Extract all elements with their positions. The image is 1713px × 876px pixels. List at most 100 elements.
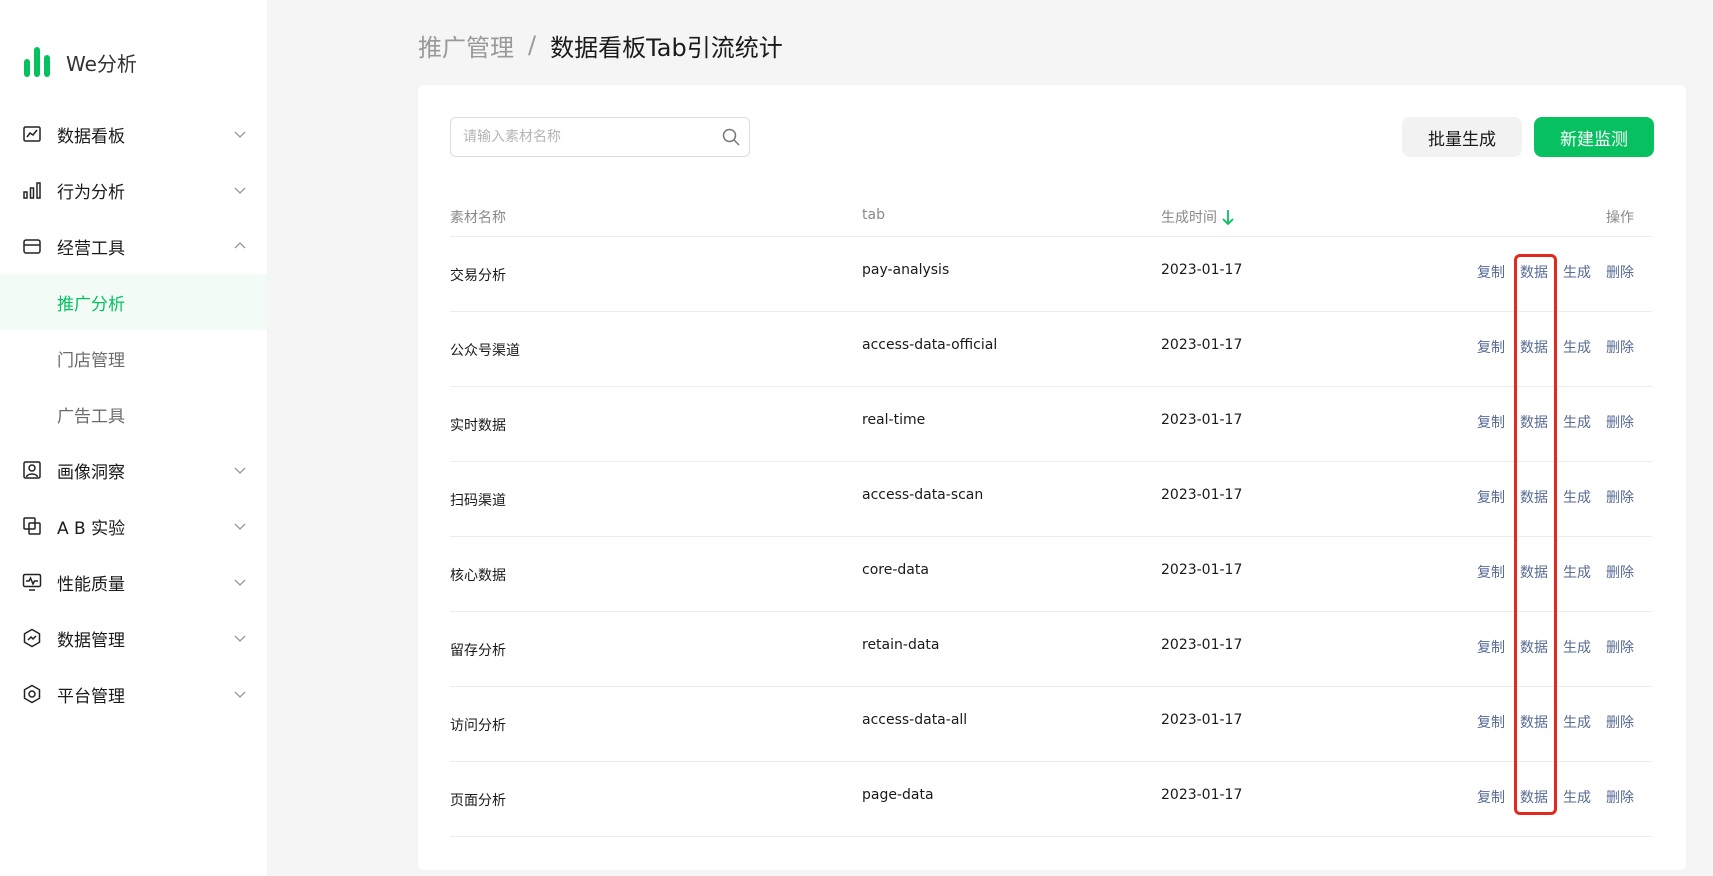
cell-time: 2023-01-17: [1161, 262, 1243, 278]
data-link[interactable]: 数据: [1520, 337, 1548, 357]
sidebar-item-data-management[interactable]: 数据管理: [0, 610, 267, 666]
app-name: We分析: [66, 51, 137, 76]
sidebar-subitem-ad-tools[interactable]: 广告工具: [0, 386, 267, 442]
cell-tab: pay-analysis: [862, 262, 950, 278]
delete-link[interactable]: 删除: [1606, 262, 1634, 282]
sidebar: We分析 数据看板 行为分析 经营工具 推广分析 门店管理 广告工具 画像洞察 …: [0, 0, 267, 876]
sidebar-item-label: 数据管理: [57, 630, 125, 651]
search-input[interactable]: [463, 118, 713, 156]
delete-link[interactable]: 删除: [1606, 487, 1634, 507]
sidebar-subitem-promotion-analysis[interactable]: 推广分析: [0, 274, 267, 330]
sidebar-subitem-store-management[interactable]: 门店管理: [0, 330, 267, 386]
row-actions: 复制 数据 生成 删除: [1477, 787, 1634, 807]
delete-link[interactable]: 删除: [1606, 787, 1634, 807]
table-row: 核心数据 core-data 2023-01-17 复制 数据 生成 删除: [450, 537, 1652, 612]
data-link[interactable]: 数据: [1520, 562, 1548, 582]
ab-test-icon: [23, 517, 41, 535]
cell-tab: core-data: [862, 562, 929, 578]
logo-icon: [24, 47, 50, 77]
copy-link[interactable]: 复制: [1477, 712, 1505, 732]
sidebar-item-business-tools[interactable]: 经营工具: [0, 218, 267, 274]
sidebar-item-ab-test[interactable]: A B 实验: [0, 498, 267, 554]
generate-link[interactable]: 生成: [1563, 487, 1591, 507]
cell-time: 2023-01-17: [1161, 487, 1243, 503]
column-header-time-label: 生成时间: [1161, 210, 1217, 226]
cell-name: 页面分析: [450, 793, 506, 809]
table-row: 留存分析 retain-data 2023-01-17 复制 数据 生成 删除: [450, 612, 1652, 687]
platform-gear-icon: [23, 684, 41, 704]
cell-time: 2023-01-17: [1161, 712, 1243, 728]
copy-link[interactable]: 复制: [1477, 637, 1505, 657]
chevron-down-icon: [234, 523, 246, 530]
generate-link[interactable]: 生成: [1563, 562, 1591, 582]
cell-name: 留存分析: [450, 643, 506, 659]
generate-link[interactable]: 生成: [1563, 412, 1591, 432]
sidebar-item-performance[interactable]: 性能质量: [0, 554, 267, 610]
cell-name: 核心数据: [450, 568, 506, 584]
table-row: 扫码渠道 access-data-scan 2023-01-17 复制 数据 生成 删除: [450, 462, 1652, 537]
sort-down-arrow-icon[interactable]: [1221, 208, 1235, 226]
copy-link[interactable]: 复制: [1477, 262, 1505, 282]
chevron-down-icon: [234, 579, 246, 586]
column-header-name: 素材名称: [450, 210, 506, 226]
table-body: 交易分析 pay-analysis 2023-01-17 复制 数据 生成 删除 公众号渠道 a…: [450, 237, 1652, 837]
new-monitor-button[interactable]: 新建监测: [1534, 117, 1654, 157]
cell-tab: access-data-scan: [862, 487, 984, 503]
generate-link[interactable]: 生成: [1563, 637, 1591, 657]
chevron-down-icon: [234, 635, 246, 642]
sidebar-item-label: 平台管理: [57, 686, 125, 707]
sidebar-item-dashboard[interactable]: 数据看板: [0, 106, 267, 162]
column-header-time[interactable]: 生成时间: [1161, 207, 1235, 227]
generate-link[interactable]: 生成: [1563, 787, 1591, 807]
cell-time: 2023-01-17: [1161, 637, 1243, 653]
chevron-down-icon: [234, 187, 246, 194]
delete-link[interactable]: 删除: [1606, 712, 1634, 732]
breadcrumb-parent[interactable]: 推广管理: [418, 28, 514, 63]
sidebar-item-platform-management[interactable]: 平台管理: [0, 666, 267, 722]
copy-link[interactable]: 复制: [1477, 337, 1505, 357]
table-row: 交易分析 pay-analysis 2023-01-17 复制 数据 生成 删除: [450, 237, 1652, 312]
delete-link[interactable]: 删除: [1606, 412, 1634, 432]
sidebar-subitem-label: 广告工具: [57, 406, 125, 427]
sidebar-item-behavior[interactable]: 行为分析: [0, 162, 267, 218]
sidebar-item-label: A B 实验: [57, 518, 126, 539]
column-header-tab: tab: [862, 207, 885, 223]
sidebar-item-label: 性能质量: [57, 574, 125, 595]
sidebar-item-label: 行为分析: [57, 182, 125, 203]
batch-generate-button[interactable]: 批量生成: [1402, 117, 1522, 157]
generate-link[interactable]: 生成: [1563, 712, 1591, 732]
data-link[interactable]: 数据: [1520, 787, 1548, 807]
copy-link[interactable]: 复制: [1477, 562, 1505, 582]
generate-link[interactable]: 生成: [1563, 337, 1591, 357]
store-icon: [23, 239, 41, 254]
delete-link[interactable]: 删除: [1606, 637, 1634, 657]
breadcrumb-separator: /: [528, 31, 537, 59]
data-link[interactable]: 数据: [1520, 487, 1548, 507]
copy-link[interactable]: 复制: [1477, 787, 1505, 807]
search-box: [450, 117, 750, 157]
data-link[interactable]: 数据: [1520, 412, 1548, 432]
sidebar-item-portrait-insight[interactable]: 画像洞察: [0, 442, 267, 498]
table-row: 访问分析 access-data-all 2023-01-17 复制 数据 生成 删除: [450, 687, 1652, 762]
generate-link[interactable]: 生成: [1563, 262, 1591, 282]
sidebar-menu: 数据看板 行为分析 经营工具 推广分析 门店管理 广告工具 画像洞察 A B 实…: [0, 106, 267, 722]
column-header-ops: 操作: [1606, 210, 1634, 226]
search-icon[interactable]: [721, 127, 741, 147]
cell-tab: access-data-official: [862, 337, 998, 353]
chevron-down-icon: [234, 467, 246, 474]
table-row: 页面分析 page-data 2023-01-17 复制 数据 生成 删除: [450, 762, 1652, 837]
row-actions: 复制 数据 生成 删除: [1477, 337, 1634, 357]
row-actions: 复制 数据 生成 删除: [1477, 637, 1634, 657]
cell-time: 2023-01-17: [1161, 787, 1243, 803]
data-link[interactable]: 数据: [1520, 712, 1548, 732]
copy-link[interactable]: 复制: [1477, 412, 1505, 432]
delete-link[interactable]: 删除: [1606, 562, 1634, 582]
breadcrumb: 推广管理 / 数据看板Tab引流统计: [418, 28, 783, 62]
cell-tab: access-data-all: [862, 712, 968, 728]
copy-link[interactable]: 复制: [1477, 487, 1505, 507]
delete-link[interactable]: 删除: [1606, 337, 1634, 357]
app-logo[interactable]: We分析: [24, 46, 137, 78]
data-link[interactable]: 数据: [1520, 262, 1548, 282]
cell-name: 公众号渠道: [450, 343, 520, 359]
data-link[interactable]: 数据: [1520, 637, 1548, 657]
